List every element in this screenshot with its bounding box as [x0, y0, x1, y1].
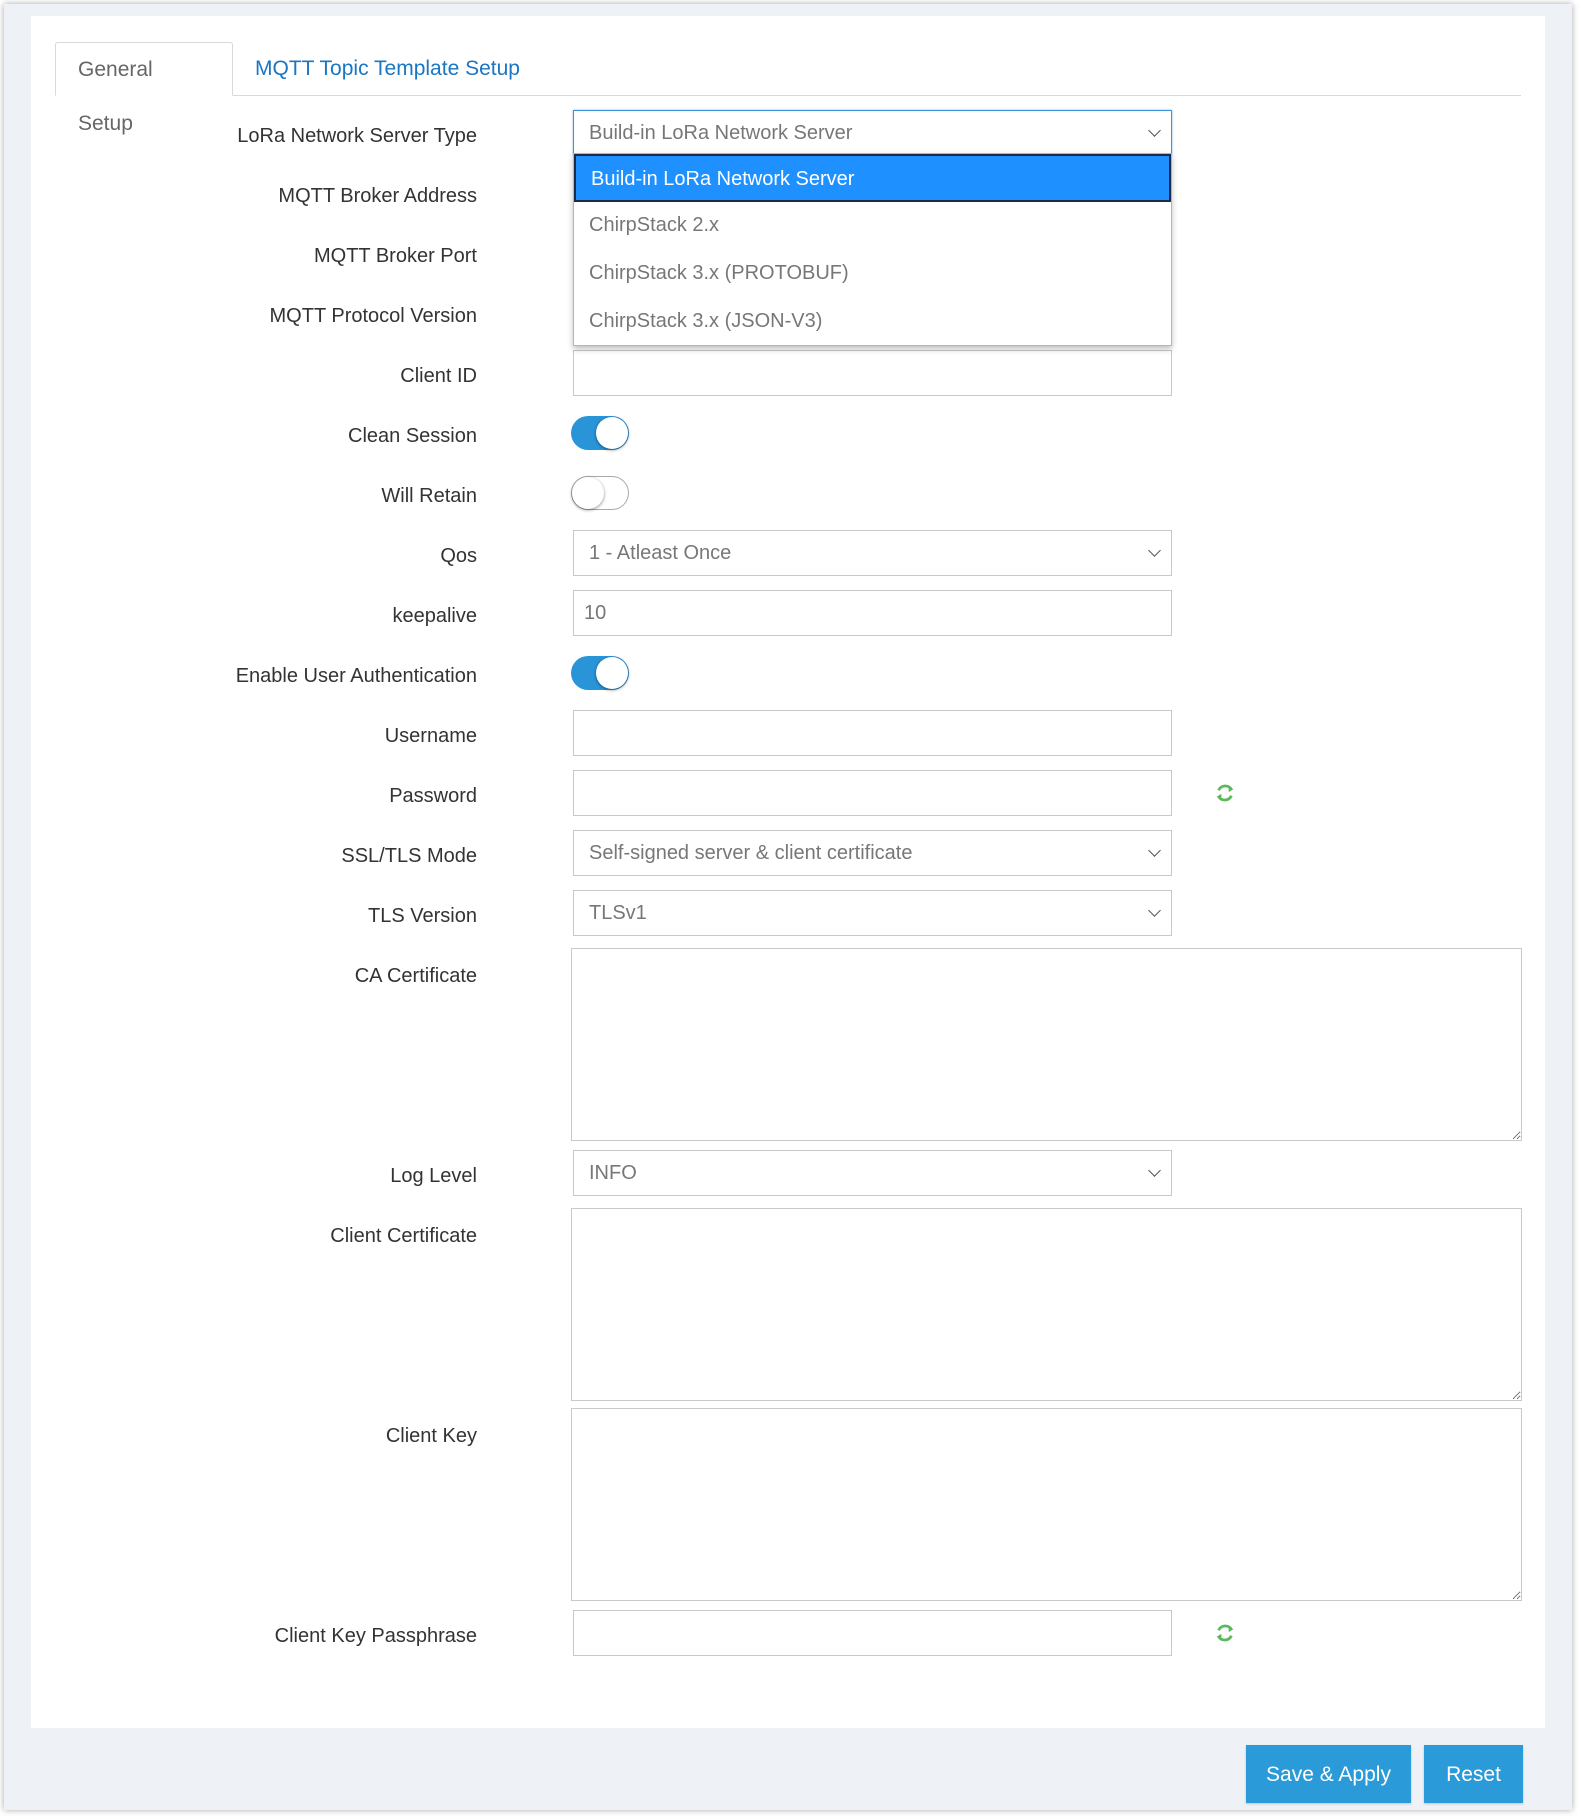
option-chirpstack-3x-protobuf[interactable]: ChirpStack 3.x (PROTOBUF) — [574, 250, 1171, 298]
reset-button[interactable]: Reset — [1424, 1745, 1523, 1803]
refresh-icon[interactable] — [1214, 1622, 1236, 1644]
label-server-type: LoRa Network Server Type — [237, 125, 477, 147]
settings-panel: General Setup MQTT Topic Template Setup … — [31, 16, 1545, 1728]
label-ssl-mode: SSL/TLS Mode — [341, 845, 477, 867]
password-input[interactable] — [573, 770, 1172, 816]
username-input[interactable] — [573, 710, 1172, 756]
label-protocol-version: MQTT Protocol Version — [269, 305, 477, 327]
client-certificate-textarea[interactable] — [571, 1208, 1522, 1401]
will-retain-toggle[interactable] — [571, 476, 629, 510]
label-password: Password — [389, 785, 477, 807]
server-type-select[interactable]: Build-in LoRa Network Server — [573, 110, 1172, 156]
label-broker-port: MQTT Broker Port — [314, 245, 477, 267]
label-client-key-passphrase: Client Key Passphrase — [274, 1625, 477, 1647]
client-key-textarea[interactable] — [571, 1408, 1522, 1601]
label-will-retain: Will Retain — [381, 485, 477, 507]
tab-mqtt-topic-template-setup[interactable]: MQTT Topic Template Setup — [233, 42, 542, 94]
label-ca-certificate: CA Certificate — [354, 965, 477, 987]
toggle-knob — [596, 657, 628, 689]
refresh-icon[interactable] — [1214, 782, 1236, 804]
label-broker-address: MQTT Broker Address — [278, 185, 477, 207]
client-key-passphrase-input[interactable] — [573, 1610, 1172, 1656]
label-qos: Qos — [440, 545, 477, 567]
client-id-input[interactable] — [573, 350, 1172, 396]
ssl-mode-select[interactable]: Self-signed server & client certificate — [573, 830, 1172, 876]
qos-select[interactable]: 1 - Atleast Once — [573, 530, 1172, 576]
tab-general-setup[interactable]: General Setup — [55, 42, 233, 135]
option-chirpstack-2x[interactable]: ChirpStack 2.x — [574, 202, 1171, 250]
ca-certificate-textarea[interactable] — [571, 948, 1522, 1141]
server-type-dropdown-list: Build-in LoRa Network Server ChirpStack … — [573, 153, 1172, 346]
label-log-level: Log Level — [390, 1165, 477, 1187]
label-client-key: Client Key — [385, 1425, 477, 1447]
label-enable-auth: Enable User Authentication — [235, 665, 477, 687]
app-frame: General Setup MQTT Topic Template Setup … — [4, 4, 1572, 1810]
option-chirpstack-3x-json[interactable]: ChirpStack 3.x (JSON-V3) — [574, 298, 1171, 346]
toggle-knob — [596, 417, 628, 449]
save-apply-button[interactable]: Save & Apply — [1246, 1745, 1411, 1803]
option-build-in-lora[interactable]: Build-in LoRa Network Server — [574, 154, 1171, 202]
label-client-certificate: Client Certificate — [330, 1225, 477, 1247]
toggle-knob — [572, 477, 604, 509]
enable-auth-toggle[interactable] — [571, 656, 629, 690]
tab-bar: General Setup MQTT Topic Template Setup — [55, 42, 1521, 135]
label-keepalive: keepalive — [392, 605, 477, 627]
label-tls-version: TLS Version — [368, 905, 477, 927]
keepalive-input[interactable] — [573, 590, 1172, 636]
clean-session-toggle[interactable] — [571, 416, 629, 450]
tls-version-select[interactable]: TLSv1 — [573, 890, 1172, 936]
label-clean-session: Clean Session — [348, 425, 477, 447]
label-username: Username — [384, 725, 477, 747]
label-client-id: Client ID — [400, 365, 477, 387]
log-level-select[interactable]: INFO — [573, 1150, 1172, 1196]
